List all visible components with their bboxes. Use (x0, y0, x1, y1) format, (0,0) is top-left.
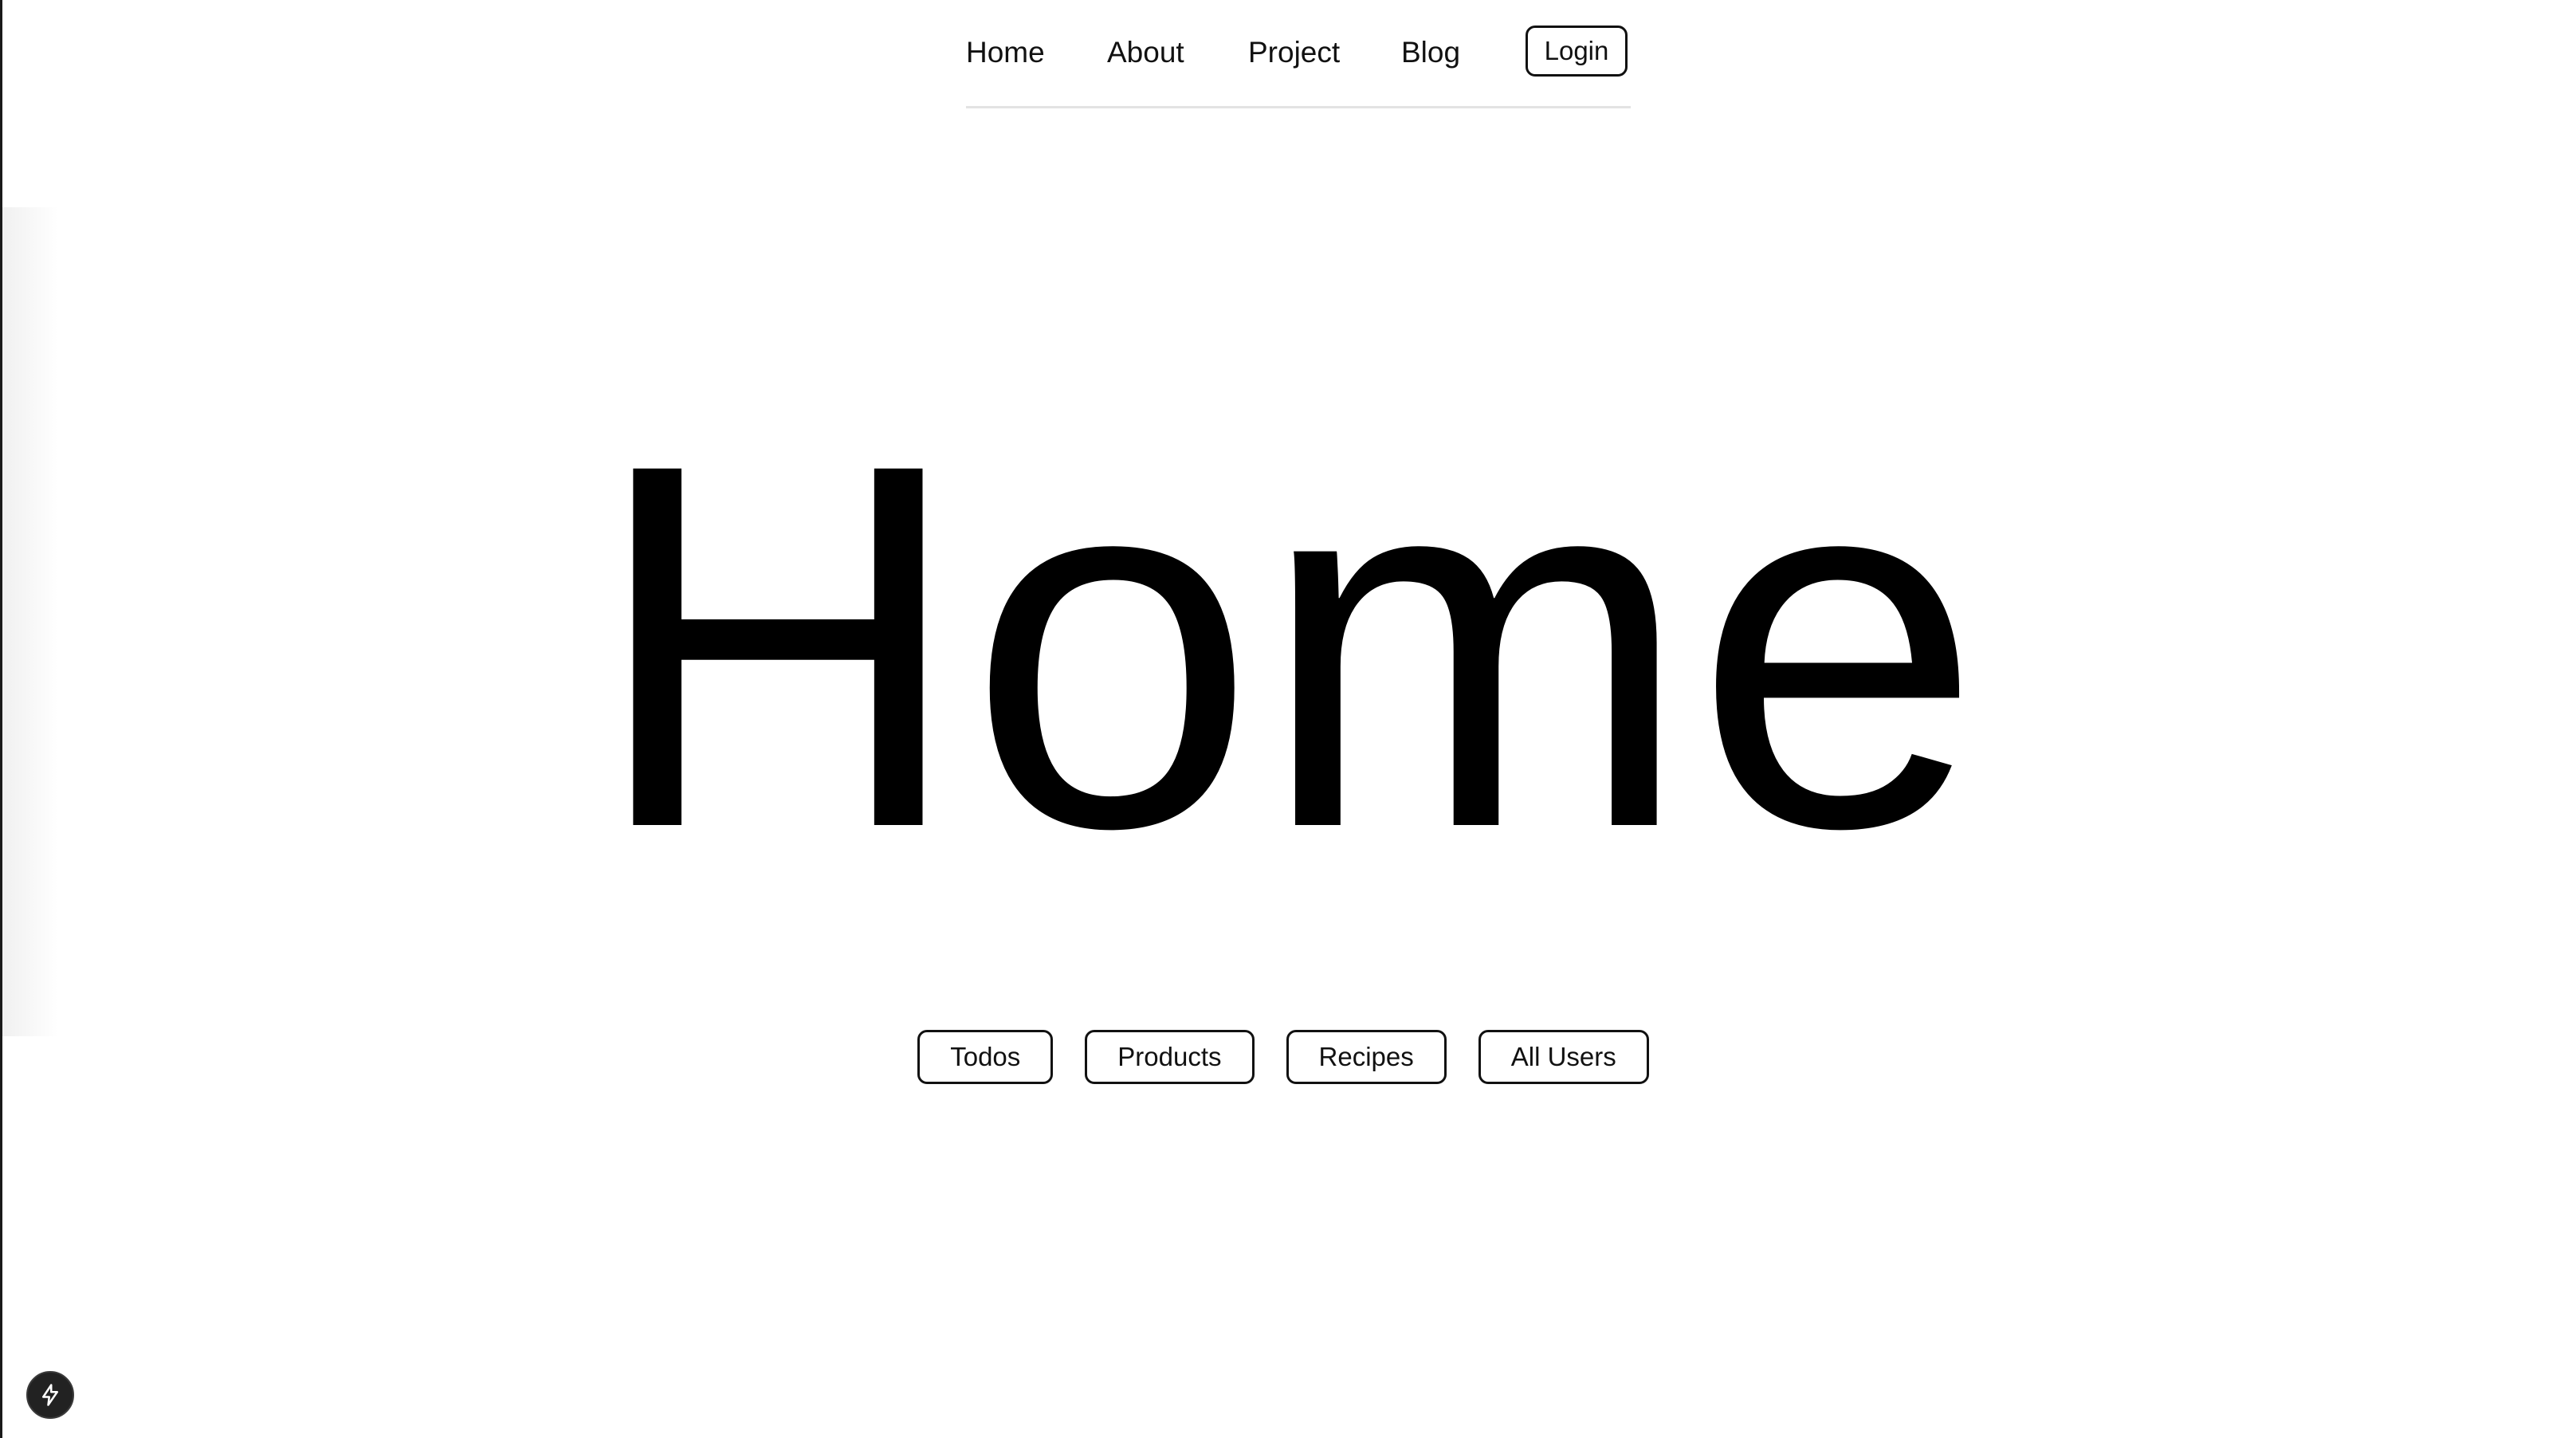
todos-button[interactable]: Todos (917, 1030, 1054, 1084)
section-links: Todos Products Recipes All Users (0, 1030, 2571, 1084)
nav-divider (966, 106, 1631, 108)
login-button[interactable]: Login (1526, 26, 1628, 77)
lightning-bolt-icon (42, 1384, 58, 1406)
recipes-button[interactable]: Recipes (1286, 1030, 1447, 1084)
top-navigation: Home About Project Blog Login (966, 26, 1631, 108)
nav-link-project[interactable]: Project (1248, 33, 1340, 72)
nav-link-blog[interactable]: Blog (1401, 33, 1460, 72)
page-title: Home (591, 356, 1985, 935)
products-button[interactable]: Products (1085, 1030, 1255, 1084)
nav-link-about[interactable]: About (1107, 33, 1184, 72)
all-users-button[interactable]: All Users (1478, 1030, 1649, 1084)
dev-tools-button[interactable] (26, 1371, 74, 1419)
page: Home About Project Blog Login Home Todos… (0, 0, 2576, 1438)
nav-link-home[interactable]: Home (966, 33, 1045, 72)
